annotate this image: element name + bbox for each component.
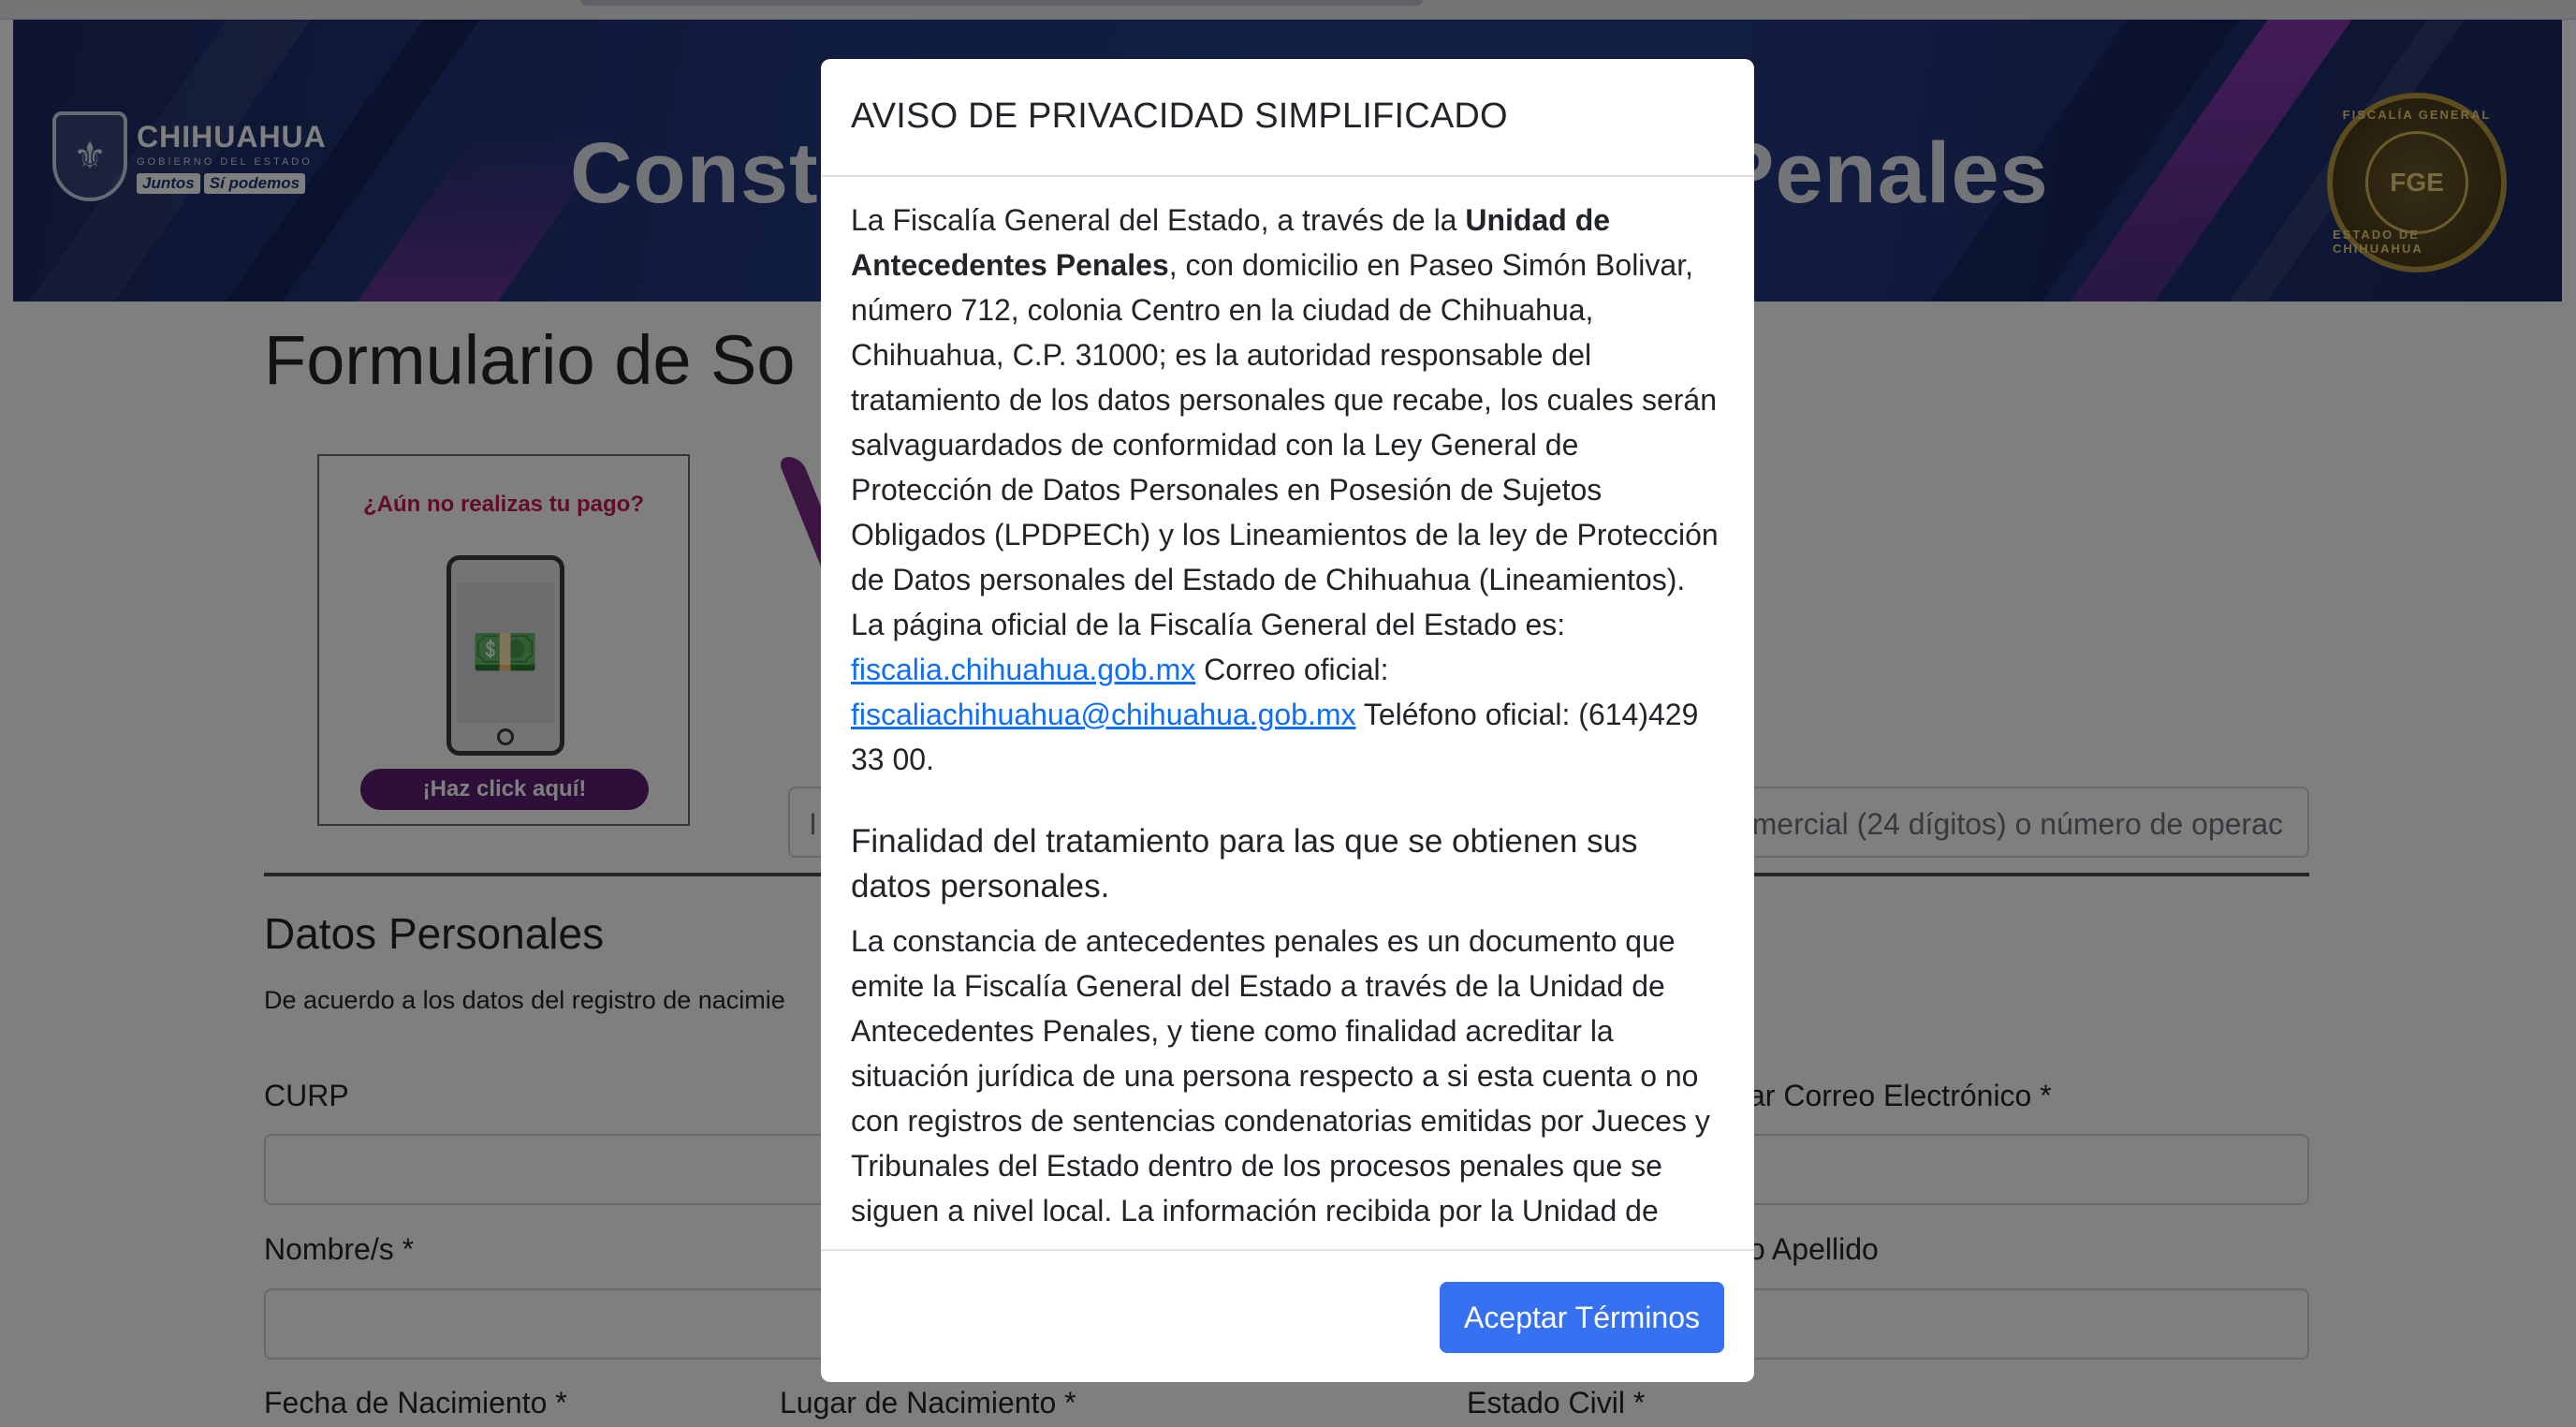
privacy-paragraph-1: La Fiscalía General del Estado, a través…	[851, 198, 1724, 782]
p1-text-c: Correo oficial:	[1195, 653, 1389, 686]
accept-terms-button[interactable]: Aceptar Términos	[1440, 1282, 1724, 1353]
modal-title: AVISO DE PRIVACIDAD SIMPLIFICADO	[851, 96, 1508, 136]
modal-footer: Aceptar Términos	[821, 1249, 1754, 1382]
p1-text-b: , con domicilio en Paseo Simón Bolivar, …	[851, 248, 1719, 641]
privacy-modal: AVISO DE PRIVACIDAD SIMPLIFICADO La Fisc…	[821, 59, 1754, 1382]
purpose-heading: Finalidad del tratamiento para las que s…	[851, 823, 1638, 905]
official-site-link[interactable]: fiscalia.chihuahua.gob.mx	[851, 653, 1195, 686]
modal-body[interactable]: La Fiscalía General del Estado, a través…	[821, 177, 1754, 1308]
official-email-link[interactable]: fiscaliachihuahua@chihuahua.gob.mx	[851, 698, 1356, 731]
privacy-paragraph-2: La constancia de antecedentes penales es…	[851, 924, 1710, 1228]
modal-header: AVISO DE PRIVACIDAD SIMPLIFICADO	[821, 59, 1754, 177]
p1-text-a: La Fiscalía General del Estado, a través…	[851, 203, 1466, 237]
